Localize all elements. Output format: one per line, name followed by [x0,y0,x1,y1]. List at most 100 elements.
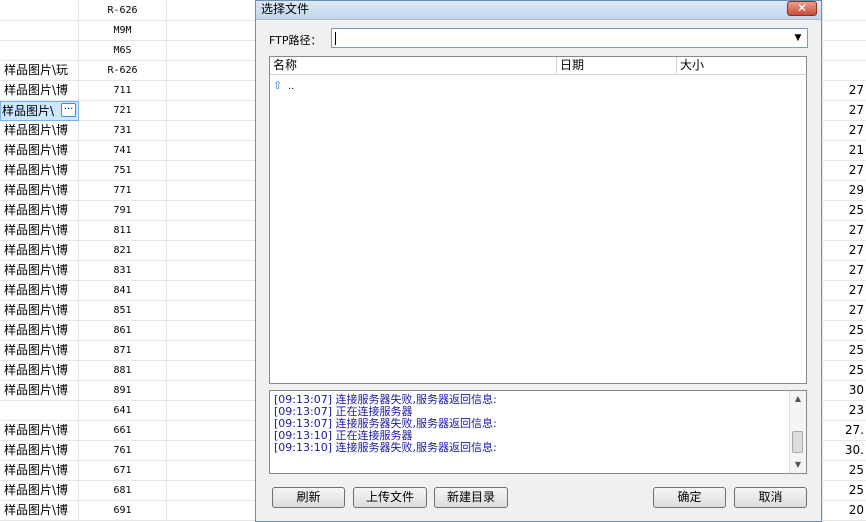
cell-code[interactable]: 891 [79,381,167,401]
cell-value[interactable]: 25 [822,201,866,221]
cell-empty[interactable] [167,481,257,501]
refresh-button[interactable]: 刷新 [272,487,345,508]
cell-code[interactable]: M9M [79,21,167,41]
cell-path[interactable]: 样品图片\博 [0,241,79,261]
cell-path[interactable] [0,401,79,421]
cell-value[interactable] [822,21,866,41]
cell-empty[interactable] [167,361,257,381]
cell-path[interactable]: 样品图片\博 [0,381,79,401]
cell-value[interactable]: 27 [822,281,866,301]
cell-code[interactable]: 691 [79,501,167,521]
cell-path[interactable]: 样品图片\博 [0,421,79,441]
cell-value[interactable]: 27 [822,221,866,241]
new-directory-button[interactable]: 新建目录 [434,487,508,508]
cell-empty[interactable] [167,261,257,281]
cell-empty[interactable] [167,1,257,21]
cell-empty[interactable] [167,101,257,121]
file-list[interactable]: 名称 日期 大小 ⇧.. [269,56,807,384]
cell-empty[interactable] [167,381,257,401]
cell-empty[interactable] [167,141,257,161]
cell-path[interactable]: 样品图片\博 [0,121,79,141]
scrollbar-thumb[interactable] [792,431,803,453]
close-button[interactable]: ✕ [787,1,817,16]
cell-empty[interactable] [167,161,257,181]
cell-value[interactable]: 20 [822,501,866,521]
cell-code[interactable]: R-626 [79,1,167,21]
cell-value[interactable]: 27 [822,121,866,141]
cell-value[interactable]: 23 [822,401,866,421]
cell-empty[interactable] [167,421,257,441]
cell-code[interactable]: 881 [79,361,167,381]
cell-path[interactable]: 样品图片\博 [0,181,79,201]
cell-code[interactable]: 831 [79,261,167,281]
cell-path[interactable]: 样品图片\博 [0,341,79,361]
cell-value[interactable]: 25 [822,361,866,381]
cell-empty[interactable] [167,241,257,261]
cell-value[interactable]: 27. [822,421,866,441]
browse-ellipsis-button[interactable]: ··· [61,103,76,117]
cell-value[interactable]: 30 [822,381,866,401]
cell-path[interactable]: 样品图片\博 [0,201,79,221]
cell-path[interactable]: 样品图片\博 [0,361,79,381]
cancel-button[interactable]: 取消 [734,487,807,508]
cell-path[interactable]: 样品图片\博 [0,81,79,101]
cell-empty[interactable] [167,321,257,341]
cell-value[interactable]: 29 [822,181,866,201]
cell-value[interactable]: 27 [822,261,866,281]
cell-value[interactable]: 27 [822,101,866,121]
ftp-path-input[interactable] [334,30,789,46]
cell-value[interactable] [822,1,866,21]
cell-value[interactable]: 25 [822,481,866,501]
cell-value[interactable]: 27 [822,81,866,101]
cell-value[interactable]: 27 [822,161,866,181]
column-header-date[interactable]: 日期 [557,57,677,74]
cell-empty[interactable] [167,41,257,61]
cell-empty[interactable] [167,281,257,301]
cell-path[interactable] [0,1,79,21]
cell-code[interactable]: 641 [79,401,167,421]
ok-button[interactable]: 确定 [653,487,726,508]
cell-path[interactable]: 样品图片\博 [0,301,79,321]
cell-code[interactable]: 671 [79,461,167,481]
cell-value[interactable]: 21 [822,141,866,161]
cell-path[interactable]: 样品图片\玩 [0,61,79,81]
cell-path[interactable]: 样品图片\博 [0,481,79,501]
cell-code[interactable]: R-626 [79,61,167,81]
cell-value[interactable] [822,61,866,81]
cell-value[interactable]: 30. [822,441,866,461]
cell-empty[interactable] [167,181,257,201]
cell-empty[interactable] [167,401,257,421]
cell-code[interactable]: 681 [79,481,167,501]
column-header-size[interactable]: 大小 [677,57,806,74]
parent-directory-item[interactable]: ⇧.. [273,77,294,93]
cell-code[interactable]: 771 [79,181,167,201]
cell-empty[interactable] [167,501,257,521]
scroll-up-icon[interactable]: ▲ [790,391,806,407]
log-scrollbar[interactable]: ▲ ▼ [789,391,806,473]
cell-path[interactable]: 样品图片\博 [0,501,79,521]
cell-code[interactable]: 661 [79,421,167,441]
cell-empty[interactable] [167,201,257,221]
ftp-path-combobox[interactable]: ▼ [331,28,808,48]
cell-empty[interactable] [167,441,257,461]
cell-empty[interactable] [167,61,257,81]
cell-value[interactable]: 27 [822,301,866,321]
cell-code[interactable]: M6S [79,41,167,61]
cell-empty[interactable] [167,221,257,241]
cell-empty[interactable] [167,341,257,361]
chevron-down-icon[interactable]: ▼ [790,30,806,46]
column-header-name[interactable]: 名称 [270,57,557,74]
cell-code[interactable]: 761 [79,441,167,461]
scroll-down-icon[interactable]: ▼ [790,457,806,473]
cell-code[interactable]: 851 [79,301,167,321]
cell-code[interactable]: 731 [79,121,167,141]
cell-path[interactable]: 样品图片\博 [0,281,79,301]
cell-code[interactable]: 751 [79,161,167,181]
cell-empty[interactable] [167,21,257,41]
cell-code[interactable]: 871 [79,341,167,361]
cell-path[interactable]: 样品图片\博 [0,261,79,281]
cell-value[interactable]: 25 [822,461,866,481]
cell-code[interactable]: 861 [79,321,167,341]
cell-value[interactable]: 27 [822,241,866,261]
cell-code[interactable]: 791 [79,201,167,221]
